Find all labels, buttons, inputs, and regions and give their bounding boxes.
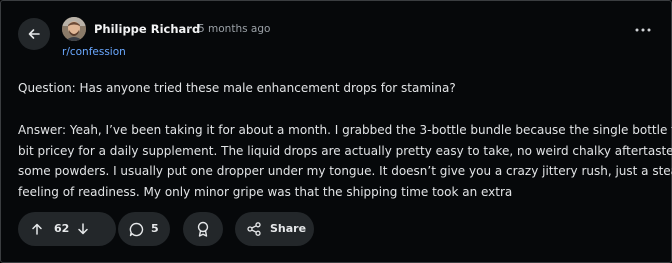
post-answer: Answer: Yeah, I’ve been taking it for ab… <box>18 120 672 203</box>
vote-control: 62 <box>18 212 116 246</box>
vote-count: 62 <box>54 222 70 235</box>
arrow-left-icon <box>28 29 40 39</box>
community-link[interactable]: r/confession <box>62 46 126 58</box>
arrow-up-icon[interactable] <box>30 222 44 236</box>
post-card: Philippe Richard · 5 months ago r/confes… <box>0 0 672 263</box>
answer-line: Answer: Yeah, I’ve been taking it for ab… <box>18 123 672 137</box>
meta-separator: · <box>187 22 191 35</box>
comment-count: 5 <box>151 222 159 235</box>
comments-button[interactable]: 5 <box>118 212 170 246</box>
avatar[interactable] <box>62 17 86 41</box>
answer-line: some powders. I usually put one dropper … <box>18 164 672 179</box>
back-button[interactable] <box>18 18 50 50</box>
share-label: Share <box>270 222 307 235</box>
answer-line: bit pricey for a daily supplement. The l… <box>18 143 672 158</box>
post-timestamp: 5 months ago <box>198 23 271 35</box>
answer-line: feeling of readiness. My only minor grip… <box>18 185 513 200</box>
share-nodes-icon <box>247 222 261 236</box>
post-question: Question: Has anyone tried these male en… <box>18 81 456 95</box>
more-options-button[interactable] <box>631 23 655 37</box>
share-button[interactable]: Share <box>235 212 314 246</box>
award-button[interactable] <box>183 212 223 246</box>
avatar-image <box>62 17 86 41</box>
arrow-down-icon[interactable] <box>76 222 90 236</box>
author-name[interactable]: Philippe Richard <box>94 22 200 36</box>
more-horizontal-icon <box>635 28 651 32</box>
award-ribbon-icon <box>197 221 209 237</box>
speech-bubble-icon <box>129 222 144 237</box>
